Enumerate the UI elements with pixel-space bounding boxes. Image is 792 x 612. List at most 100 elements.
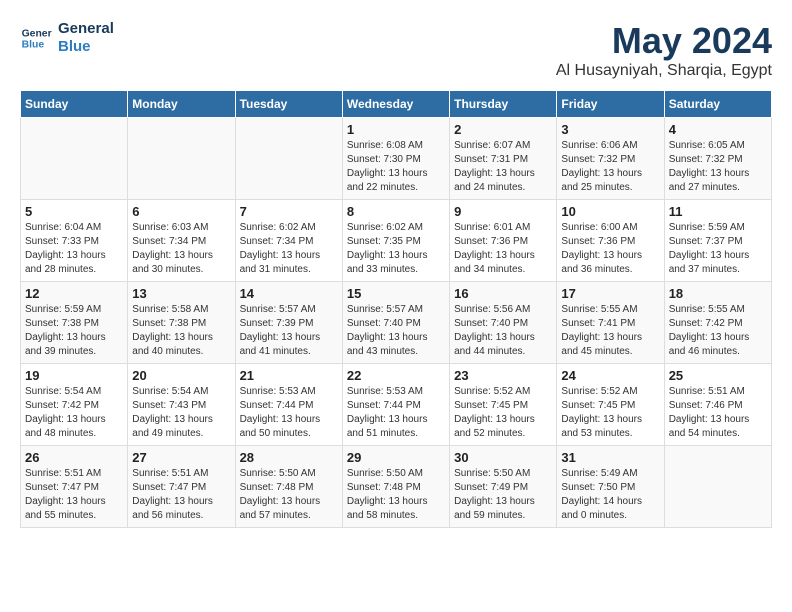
calendar-cell: 24 Sunrise: 5:52 AMSunset: 7:45 PMDayligh…: [557, 364, 664, 446]
day-info: Sunrise: 6:08 AMSunset: 7:30 PMDaylight:…: [347, 139, 445, 195]
week-row-4: 19Sunrise: 5:54 AMSunset: 7:42 PMDayligh…: [21, 364, 772, 446]
header-sunday: Sunday: [21, 91, 128, 118]
calendar-cell: 10 Sunrise: 6:00 AMSunset: 7:36 PMDayligh…: [557, 200, 664, 282]
calendar-cell: 29 Sunrise: 5:50 AMSunset: 7:48 PMDayligh…: [342, 446, 449, 528]
day-number: 30: [454, 450, 552, 465]
day-info: Sunrise: 5:54 AMSunset: 7:43 PMDaylight:…: [132, 385, 230, 441]
calendar-cell: 14 Sunrise: 5:57 AMSunset: 7:39 PMDayligh…: [235, 282, 342, 364]
header-monday: Monday: [128, 91, 235, 118]
calendar-cell: 9Sunrise: 6:01 AMSunset: 7:36 PMDaylight…: [450, 200, 557, 282]
calendar-cell: 17Sunrise: 5:55 AMSunset: 7:41 PMDayligh…: [557, 282, 664, 364]
week-row-1: 1 Sunrise: 6:08 AMSunset: 7:30 PMDaylight…: [21, 118, 772, 200]
day-info: Sunrise: 6:07 AMSunset: 7:31 PMDaylight:…: [454, 139, 552, 195]
subtitle: Al Husayniyah, Sharqia, Egypt: [556, 62, 772, 80]
logo: General Blue General Blue: [20, 20, 114, 56]
day-number: 27: [132, 450, 230, 465]
calendar-cell: 1 Sunrise: 6:08 AMSunset: 7:30 PMDaylight…: [342, 118, 449, 200]
day-info: Sunrise: 5:53 AMSunset: 7:44 PMDaylight:…: [240, 385, 338, 441]
day-info: Sunrise: 6:02 AMSunset: 7:34 PMDaylight:…: [240, 221, 338, 277]
day-info: Sunrise: 5:52 AMSunset: 7:45 PMDaylight:…: [454, 385, 552, 441]
day-info: Sunrise: 5:59 AMSunset: 7:37 PMDaylight:…: [669, 221, 767, 277]
calendar-cell: 2 Sunrise: 6:07 AMSunset: 7:31 PMDaylight…: [450, 118, 557, 200]
day-number: 21: [240, 368, 338, 383]
day-number: 8: [347, 204, 445, 219]
calendar-cell: 25Sunrise: 5:51 AMSunset: 7:46 PMDayligh…: [664, 364, 771, 446]
day-info: Sunrise: 5:51 AMSunset: 7:47 PMDaylight:…: [25, 467, 123, 523]
day-info: Sunrise: 5:57 AMSunset: 7:39 PMDaylight:…: [240, 303, 338, 359]
calendar-header-row: SundayMondayTuesdayWednesdayThursdayFrid…: [21, 91, 772, 118]
day-info: Sunrise: 5:51 AMSunset: 7:46 PMDaylight:…: [669, 385, 767, 441]
day-info: Sunrise: 5:51 AMSunset: 7:47 PMDaylight:…: [132, 467, 230, 523]
calendar-cell: 6 Sunrise: 6:03 AMSunset: 7:34 PMDaylight…: [128, 200, 235, 282]
day-number: 1: [347, 122, 445, 137]
day-number: 31: [561, 450, 659, 465]
day-info: Sunrise: 5:50 AMSunset: 7:48 PMDaylight:…: [347, 467, 445, 523]
day-number: 7: [240, 204, 338, 219]
day-number: 28: [240, 450, 338, 465]
logo-line2: Blue: [58, 38, 114, 56]
calendar-cell: 26Sunrise: 5:51 AMSunset: 7:47 PMDayligh…: [21, 446, 128, 528]
calendar-cell: 11 Sunrise: 5:59 AMSunset: 7:37 PMDayligh…: [664, 200, 771, 282]
calendar-cell: [664, 446, 771, 528]
calendar-cell: 3Sunrise: 6:06 AMSunset: 7:32 PMDaylight…: [557, 118, 664, 200]
calendar-cell: 13 Sunrise: 5:58 AMSunset: 7:38 PMDayligh…: [128, 282, 235, 364]
day-number: 22: [347, 368, 445, 383]
day-number: 16: [454, 286, 552, 301]
main-title: May 2024: [556, 20, 772, 62]
day-number: 11: [669, 204, 767, 219]
calendar-cell: 4Sunrise: 6:05 AMSunset: 7:32 PMDaylight…: [664, 118, 771, 200]
day-info: Sunrise: 5:56 AMSunset: 7:40 PMDaylight:…: [454, 303, 552, 359]
calendar-cell: 16 Sunrise: 5:56 AMSunset: 7:40 PMDayligh…: [450, 282, 557, 364]
calendar-cell: 20Sunrise: 5:54 AMSunset: 7:43 PMDayligh…: [128, 364, 235, 446]
calendar-cell: 19Sunrise: 5:54 AMSunset: 7:42 PMDayligh…: [21, 364, 128, 446]
page-header: General Blue General Blue May 2024 Al Hu…: [20, 20, 772, 80]
day-info: Sunrise: 5:58 AMSunset: 7:38 PMDaylight:…: [132, 303, 230, 359]
day-number: 15: [347, 286, 445, 301]
day-info: Sunrise: 5:59 AMSunset: 7:38 PMDaylight:…: [25, 303, 123, 359]
day-number: 24: [561, 368, 659, 383]
calendar-cell: 28 Sunrise: 5:50 AMSunset: 7:48 PMDayligh…: [235, 446, 342, 528]
day-info: Sunrise: 5:55 AMSunset: 7:41 PMDaylight:…: [561, 303, 659, 359]
calendar-cell: [235, 118, 342, 200]
day-info: Sunrise: 6:01 AMSunset: 7:36 PMDaylight:…: [454, 221, 552, 277]
day-info: Sunrise: 5:52 AMSunset: 7:45 PMDaylight:…: [561, 385, 659, 441]
day-info: Sunrise: 5:50 AMSunset: 7:48 PMDaylight:…: [240, 467, 338, 523]
calendar-cell: 5Sunrise: 6:04 AMSunset: 7:33 PMDaylight…: [21, 200, 128, 282]
day-info: Sunrise: 6:03 AMSunset: 7:34 PMDaylight:…: [132, 221, 230, 277]
day-number: 14: [240, 286, 338, 301]
logo-line1: General: [58, 20, 114, 38]
calendar-cell: 18Sunrise: 5:55 AMSunset: 7:42 PMDayligh…: [664, 282, 771, 364]
day-number: 29: [347, 450, 445, 465]
day-info: Sunrise: 6:00 AMSunset: 7:36 PMDaylight:…: [561, 221, 659, 277]
calendar-cell: 22 Sunrise: 5:53 AMSunset: 7:44 PMDayligh…: [342, 364, 449, 446]
day-number: 3: [561, 122, 659, 137]
logo-icon: General Blue: [20, 22, 52, 54]
svg-text:General: General: [22, 28, 52, 39]
day-info: Sunrise: 6:02 AMSunset: 7:35 PMDaylight:…: [347, 221, 445, 277]
calendar-cell: 8 Sunrise: 6:02 AMSunset: 7:35 PMDaylight…: [342, 200, 449, 282]
day-number: 23: [454, 368, 552, 383]
header-tuesday: Tuesday: [235, 91, 342, 118]
day-number: 6: [132, 204, 230, 219]
svg-text:Blue: Blue: [22, 40, 45, 51]
day-number: 13: [132, 286, 230, 301]
week-row-5: 26Sunrise: 5:51 AMSunset: 7:47 PMDayligh…: [21, 446, 772, 528]
day-info: Sunrise: 5:53 AMSunset: 7:44 PMDaylight:…: [347, 385, 445, 441]
calendar-cell: 27 Sunrise: 5:51 AMSunset: 7:47 PMDayligh…: [128, 446, 235, 528]
day-number: 10: [561, 204, 659, 219]
day-number: 5: [25, 204, 123, 219]
calendar-cell: 12 Sunrise: 5:59 AMSunset: 7:38 PMDayligh…: [21, 282, 128, 364]
day-number: 12: [25, 286, 123, 301]
calendar-cell: [21, 118, 128, 200]
day-number: 19: [25, 368, 123, 383]
header-thursday: Thursday: [450, 91, 557, 118]
calendar-cell: [128, 118, 235, 200]
header-saturday: Saturday: [664, 91, 771, 118]
calendar-cell: 23 Sunrise: 5:52 AMSunset: 7:45 PMDayligh…: [450, 364, 557, 446]
day-info: Sunrise: 5:57 AMSunset: 7:40 PMDaylight:…: [347, 303, 445, 359]
day-number: 2: [454, 122, 552, 137]
calendar-cell: 30Sunrise: 5:50 AMSunset: 7:49 PMDayligh…: [450, 446, 557, 528]
week-row-3: 12 Sunrise: 5:59 AMSunset: 7:38 PMDayligh…: [21, 282, 772, 364]
calendar-cell: 21 Sunrise: 5:53 AMSunset: 7:44 PMDayligh…: [235, 364, 342, 446]
header-friday: Friday: [557, 91, 664, 118]
